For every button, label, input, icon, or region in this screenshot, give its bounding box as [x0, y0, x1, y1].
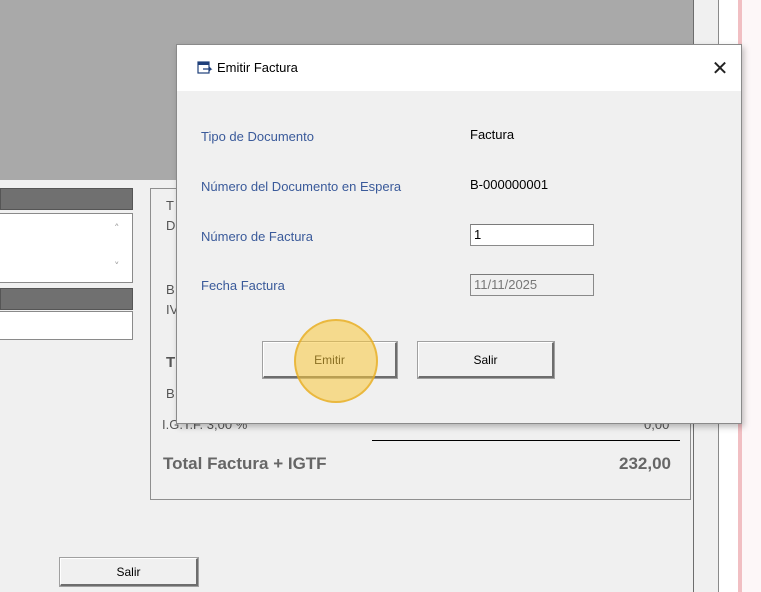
sum-divider — [372, 440, 680, 441]
emitir-button[interactable]: Emitir — [262, 341, 398, 379]
section-header-2 — [0, 288, 133, 310]
dialog-title: Emitir Factura — [217, 60, 298, 75]
fecha-factura-label: Fecha Factura — [201, 278, 285, 293]
tipo-documento-label: Tipo de Documento — [201, 129, 314, 144]
totals-peek-label: B — [166, 386, 175, 401]
section-header — [0, 188, 133, 210]
close-icon[interactable]: ✕ — [705, 53, 735, 83]
salir-button[interactable]: Salir — [417, 341, 555, 379]
totals-peek-label: B — [166, 282, 175, 297]
totals-peek-label: D — [166, 218, 176, 233]
numero-factura-input[interactable]: 1 — [470, 224, 594, 246]
salir-label: Salir — [473, 352, 498, 367]
background-salir-button[interactable]: Salir — [59, 557, 199, 587]
numero-factura-label: Número de Factura — [201, 229, 313, 244]
totals-peek-label: T — [166, 198, 174, 213]
emitir-factura-dialog: Emitir Factura ✕ Tipo de Documento Factu… — [176, 44, 742, 424]
window-edge-light — [742, 0, 761, 592]
fecha-factura-input[interactable]: 11/11/2025 — [470, 274, 594, 296]
numero-espera-value: B-000000001 — [470, 177, 549, 192]
scroll-up-icon[interactable]: ˄ — [114, 222, 120, 235]
background-salir-label: Salir — [116, 564, 141, 579]
total-label: Total Factura + IGTF — [163, 454, 327, 473]
total-value: 232,00 — [619, 454, 671, 473]
totals-peek-label: T — [166, 354, 176, 371]
scroll-down-icon[interactable]: ˅ — [114, 260, 120, 273]
tipo-documento-value: Factura — [470, 127, 515, 142]
textarea-scrollbar[interactable]: ˄ ˅ — [108, 214, 132, 282]
numero-espera-label: Número del Documento en Espera — [201, 179, 402, 194]
document-icon — [197, 61, 213, 74]
emitir-label: Emitir — [314, 352, 345, 367]
dialog-titlebar[interactable]: Emitir Factura ✕ — [177, 45, 741, 91]
text-field[interactable] — [0, 311, 133, 340]
